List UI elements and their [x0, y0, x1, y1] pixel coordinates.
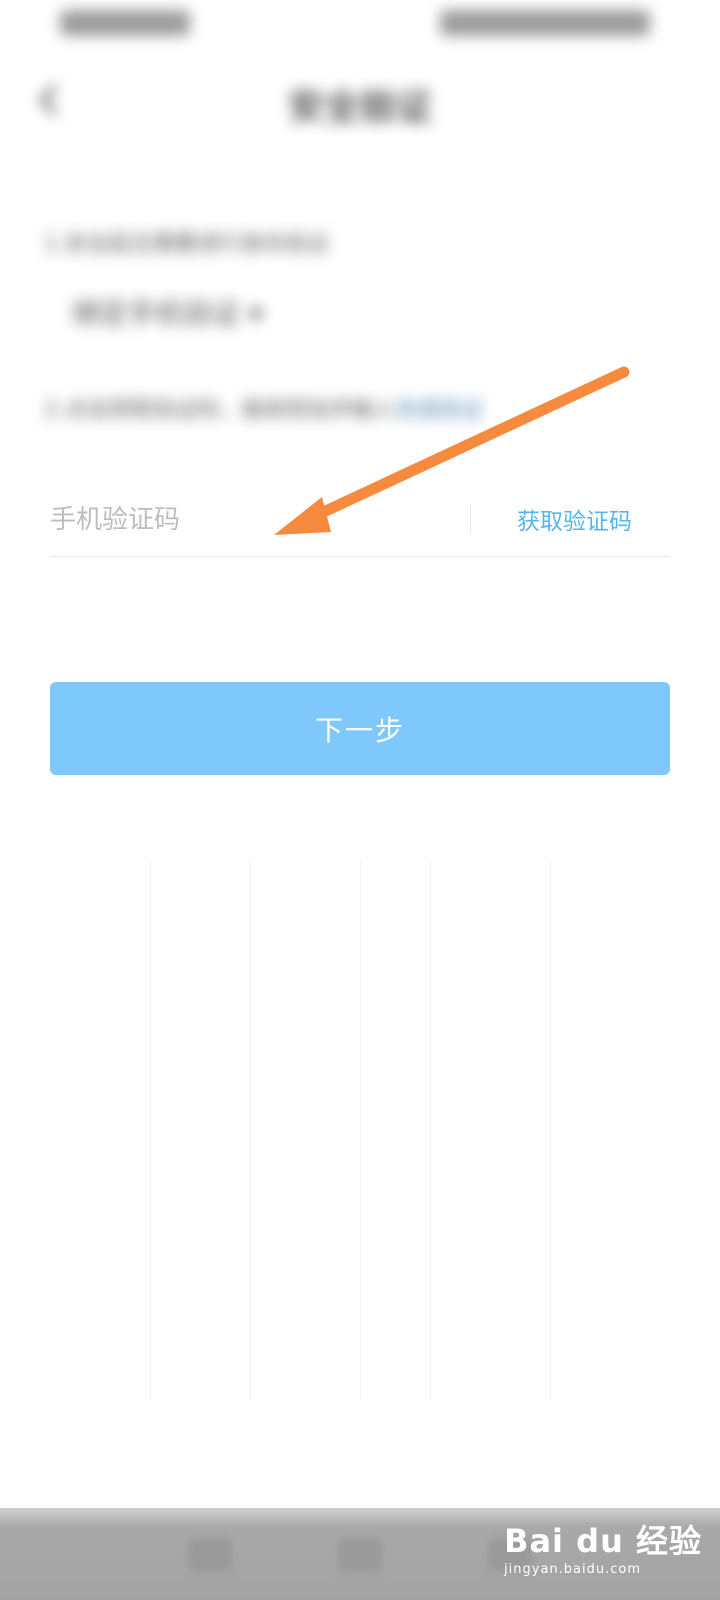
baidu-jingyan-watermark: Bai du 经验 jingyan.baidu.com	[504, 1516, 702, 1577]
background-line	[360, 860, 361, 1400]
watermark-url: jingyan.baidu.com	[504, 1562, 642, 1577]
verify-method-select[interactable]: 绑定手机验证 ▾	[72, 292, 263, 332]
input-divider	[470, 504, 471, 532]
next-button[interactable]: 下一步	[50, 682, 670, 775]
step-two-extra: 完成验证	[395, 398, 484, 423]
bottom-nav-bar: Bai du 经验 jingyan.baidu.com	[0, 1508, 720, 1600]
background-line	[250, 860, 251, 1400]
step-two-main: 2.点击获取验证码，接收短信并输入	[44, 398, 395, 423]
background-line	[430, 860, 431, 1400]
app-header: 安全验证	[0, 60, 720, 140]
nav-back-icon[interactable]	[188, 1538, 232, 1572]
signal-indicators	[60, 10, 190, 36]
get-code-button[interactable]: 获取验证码	[517, 502, 632, 536]
step-two-text: 2.点击获取验证码，接收短信并输入完成验证	[44, 392, 483, 424]
code-input-row: 获取验证码	[50, 490, 670, 557]
sms-code-input[interactable]	[50, 490, 450, 550]
step-one-text: 1.安全起见需要进行身份验证	[44, 232, 329, 257]
page-title: 安全验证	[287, 87, 432, 128]
background-line	[150, 860, 151, 1400]
battery-indicators	[440, 10, 650, 36]
nav-home-icon[interactable]	[338, 1538, 382, 1572]
background-line	[550, 860, 551, 1400]
watermark-brand: Bai du 经验	[504, 1522, 702, 1560]
status-bar	[0, 0, 720, 48]
